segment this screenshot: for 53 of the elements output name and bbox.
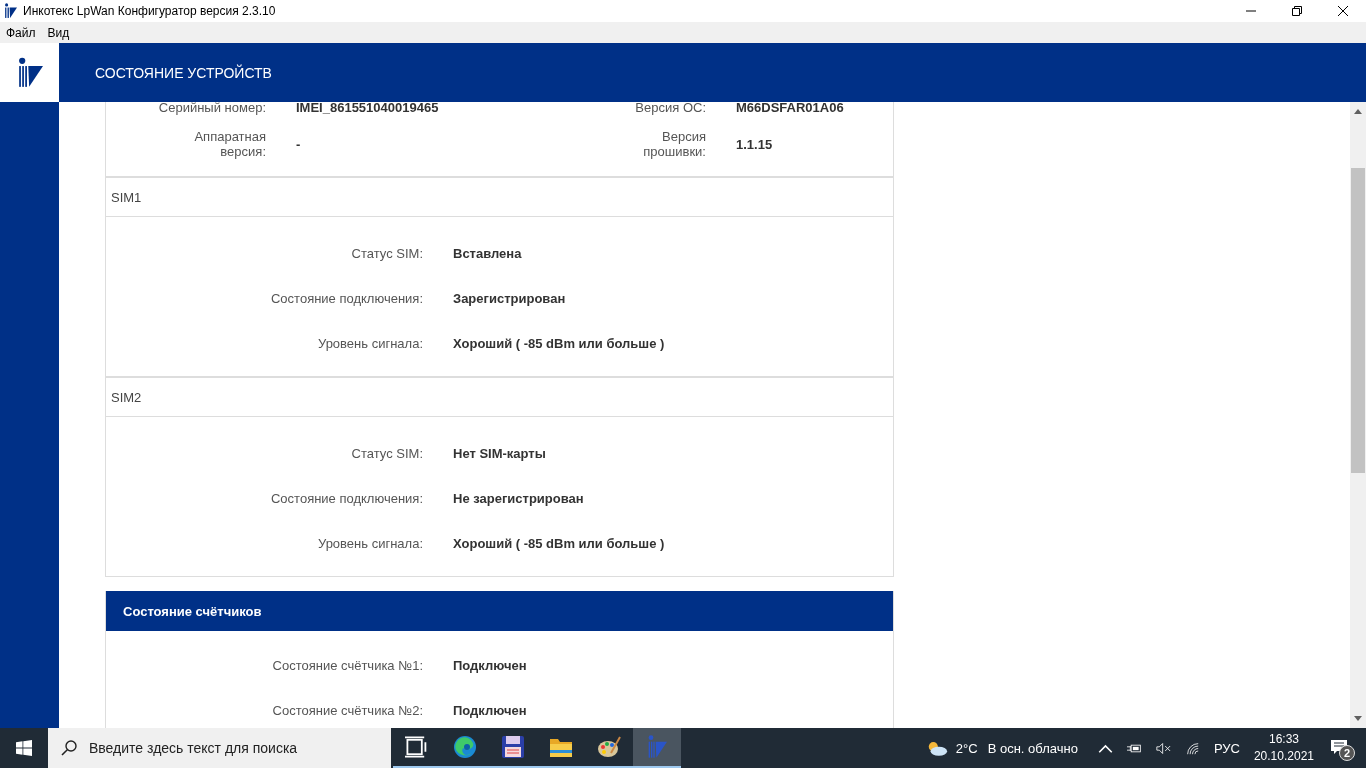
wifi-icon[interactable] [1184,741,1200,755]
app-logo-icon [4,3,17,19]
field-value: Хороший ( -85 dBm или больше ) [453,536,665,551]
field-value: Вставлена [453,246,522,261]
field-label: Статус SIM: [350,246,423,261]
search-bar[interactable]: Введите здесь текст для поиска [48,728,391,768]
notification-count: 2 [1339,745,1355,761]
close-icon [1338,6,1348,16]
search-field[interactable]: Введите здесь текст для поиска [87,739,381,757]
windows-logo-icon [16,740,32,756]
menu-item[interactable]: Вид [47,25,70,40]
clock-time[interactable]: 16:33 [1268,731,1299,748]
field-value: - [296,136,302,152]
section-title: SIM2 [111,389,142,405]
restore-icon [1292,6,1302,16]
field-label: Серийный номер: [157,102,266,115]
field-value: Подключен [453,658,527,673]
field-label: Состояние подключения: [269,491,423,506]
task-view-icon [405,735,429,759]
search-icon [61,740,77,756]
field-label: Статус SIM: [350,446,423,461]
field-value: Зарегистрирован [453,291,566,306]
field-label: Уровень сигнала: [316,336,423,351]
field-label: Версия прошивки: [642,129,706,159]
weather-condition: В осн. облачно [987,740,1078,756]
scrollbar[interactable] [1350,102,1366,728]
field-label: Состояние подключения: [269,291,423,306]
section-title: SIM1 [111,189,142,205]
section-header: Состояние счётчиков [106,591,893,631]
scroll-down-icon[interactable] [1354,716,1362,721]
menu-item[interactable]: Файл [6,25,36,40]
field-value: M66DSFAR01A06 [736,102,845,115]
browser-icon [453,735,477,759]
field-value: Не зарегистрирован [453,491,584,506]
temperature: 2°C [955,740,978,756]
field-value: Нет SIM-карты [453,446,546,461]
scroll-up-icon[interactable] [1354,109,1362,114]
field-value: Хороший ( -85 dBm или больше ) [453,336,665,351]
field-label: Версия ОС: [634,102,706,115]
field-label: Состояние счётчика №1: [271,658,423,673]
scrollbar-thumb[interactable] [1351,168,1365,473]
field-label: Аппаратная версия: [193,129,266,159]
field-label: Состояние счётчика №2: [271,703,423,718]
field-label: Уровень сигнала: [316,536,423,551]
field-value: IMEI_861551040019465 [296,102,440,115]
clock-date[interactable]: 20.10.2021 [1253,748,1314,765]
paint-palette-icon [597,735,621,759]
field-value: Подключен [453,703,527,718]
language-indicator[interactable]: РУС [1213,740,1240,756]
speaker-muted-icon[interactable] [1155,741,1171,755]
window-title: Инкотекс LpWan Конфигуратор версия 2.3.10 [23,4,276,18]
page-title: СОСТОЯНИЕ УСТРОЙСТВ [95,64,272,81]
field-value: 1.1.15 [736,136,774,152]
